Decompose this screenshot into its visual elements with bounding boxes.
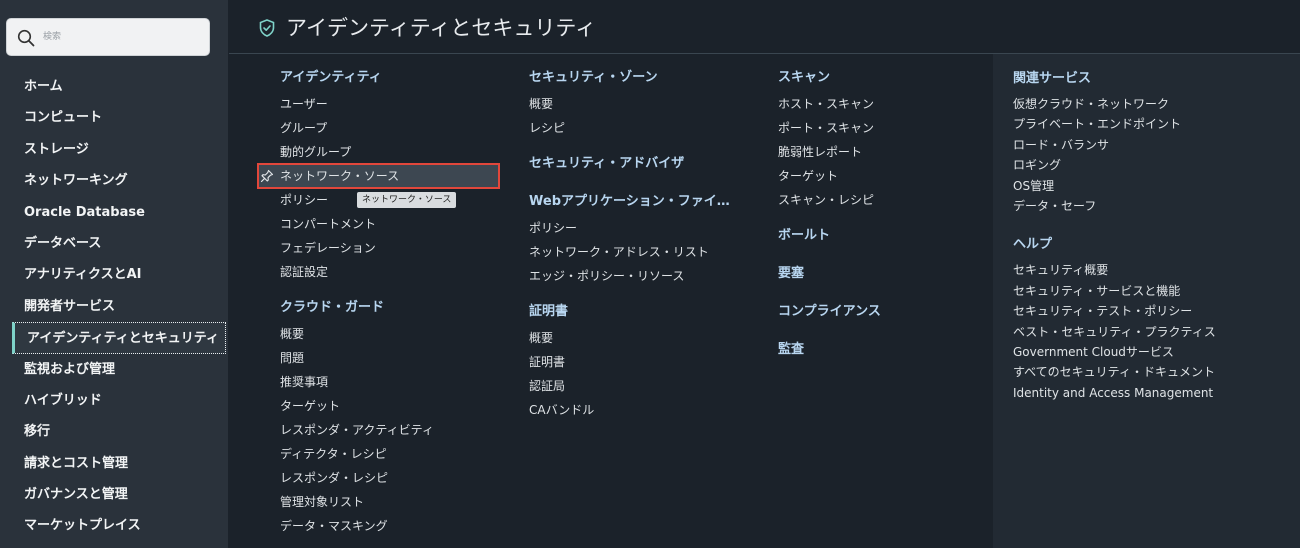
link-recommendations[interactable]: 推奨事項	[280, 370, 510, 394]
link-all-security-docs[interactable]: すべてのセキュリティ・ドキュメント	[1013, 362, 1300, 382]
link-responder-recipes[interactable]: レスポンダ・レシピ	[280, 466, 510, 490]
section-heading-waf[interactable]: Webアプリケーション・ファイ…	[529, 188, 759, 216]
link-vulnerability-reports[interactable]: 脆弱性レポート	[778, 140, 988, 164]
link-private-endpoints[interactable]: プライベート・エンドポイント	[1013, 114, 1300, 134]
section-heading-certificates: 証明書	[529, 304, 569, 319]
link-data-safe[interactable]: データ・セーフ	[1013, 196, 1300, 216]
main-panel: アイデンティティとセキュリティ アイデンティティ ユーザー グループ 動的グルー…	[229, 0, 1300, 548]
sidebar-item-developer-services[interactable]: 開発者サービス	[0, 291, 228, 322]
sidebar-item-billing[interactable]: 請求とコスト管理	[0, 448, 228, 479]
column-scanning: スキャン ホスト・スキャン ポート・スキャン 脆弱性レポート ターゲット スキャ…	[778, 64, 988, 364]
link-government-cloud[interactable]: Government Cloudサービス	[1013, 342, 1300, 362]
sidebar-item-governance[interactable]: ガバナンスと管理	[0, 479, 228, 510]
sidebar-item-hybrid[interactable]: ハイブリッド	[0, 385, 228, 416]
link-groups[interactable]: グループ	[280, 116, 510, 140]
link-auth-settings[interactable]: 認証設定	[280, 260, 510, 284]
link-data-masking[interactable]: データ・マスキング	[280, 514, 510, 538]
link-ca-bundles[interactable]: CAバンドル	[529, 398, 759, 422]
column-identity: アイデンティティ ユーザー グループ 動的グループ ネットワーク・ソース ポリシ…	[257, 64, 510, 538]
sidebar-item-observability[interactable]: 監視および管理	[0, 354, 228, 385]
sidebar-item-migration[interactable]: 移行	[0, 416, 228, 447]
section-heading-security-advisor[interactable]: セキュリティ・アドバイザ	[529, 150, 759, 178]
sidebar-item-oracle-database[interactable]: Oracle Database	[0, 197, 228, 228]
link-policies-label: ポリシー	[280, 193, 329, 207]
link-certificates-overview[interactable]: 概要	[529, 326, 759, 350]
link-problems[interactable]: 問題	[280, 346, 510, 370]
link-security-testing-policy[interactable]: セキュリティ・テスト・ポリシー	[1013, 301, 1300, 321]
link-compartments[interactable]: コンパートメント	[280, 212, 510, 236]
sidebar-item-analytics-ai[interactable]: アナリティクスとAI	[0, 259, 228, 290]
link-os-management[interactable]: OS管理	[1013, 176, 1300, 196]
link-responder-activity[interactable]: レスポンダ・アクティビティ	[280, 418, 510, 442]
column-security: セキュリティ・ゾーン 概要 レシピ セキュリティ・アドバイザ Webアプリケーシ…	[529, 64, 759, 422]
link-host-scans[interactable]: ホスト・スキャン	[778, 92, 988, 116]
link-security-overview[interactable]: セキュリティ概要	[1013, 260, 1300, 280]
sidebar-item-storage[interactable]: ストレージ	[0, 134, 228, 165]
link-targets[interactable]: ターゲット	[280, 394, 510, 418]
link-users[interactable]: ユーザー	[280, 92, 510, 116]
link-managed-lists[interactable]: 管理対象リスト	[280, 490, 510, 514]
link-load-balancers[interactable]: ロード・バランサ	[1013, 135, 1300, 155]
section-heading-bastion[interactable]: 要塞	[778, 260, 988, 288]
section-heading-scanning: スキャン	[778, 70, 831, 85]
link-waf-policies[interactable]: ポリシー	[529, 216, 759, 240]
search-input[interactable]	[43, 27, 203, 47]
link-cloud-guard-overview[interactable]: 概要	[280, 322, 510, 346]
section-heading-help: ヘルプ	[1013, 237, 1053, 253]
shield-check-icon	[259, 19, 275, 37]
link-federation[interactable]: フェデレーション	[280, 236, 510, 260]
link-network-sources[interactable]: ネットワーク・ソース	[257, 163, 510, 189]
sidebar-item-marketplace[interactable]: マーケットプレイス	[0, 510, 228, 541]
sidebar-item-identity-security[interactable]: アイデンティティとセキュリティ	[12, 322, 226, 354]
link-vcn[interactable]: 仮想クラウド・ネットワーク	[1013, 94, 1300, 114]
link-edge-policy-resources[interactable]: エッジ・ポリシー・リソース	[529, 264, 759, 288]
sidebar-item-home[interactable]: ホーム	[0, 71, 228, 102]
page-title: アイデンティティとセキュリティ	[286, 16, 597, 40]
link-certificate-authorities[interactable]: 認証局	[529, 374, 759, 398]
link-logging[interactable]: ロギング	[1013, 155, 1300, 175]
column-related: 関連サービス 仮想クラウド・ネットワーク プライベート・エンドポイント ロード・…	[993, 54, 1300, 548]
link-security-services-features[interactable]: セキュリティ・サービスと機能	[1013, 281, 1300, 301]
section-heading-identity: アイデンティティ	[280, 70, 382, 85]
link-scan-recipes[interactable]: スキャン・レシピ	[778, 188, 988, 212]
page-header: アイデンティティとセキュリティ	[229, 0, 1300, 54]
sidebar-nav: ホーム コンピュート ストレージ ネットワーキング Oracle Databas…	[0, 71, 228, 542]
link-recipes[interactable]: レシピ	[529, 116, 759, 140]
section-heading-related-services: 関連サービス	[1013, 71, 1092, 86]
section-heading-cloud-guard: クラウド・ガード	[280, 300, 385, 315]
link-detector-recipes[interactable]: ディテクタ・レシピ	[280, 442, 510, 466]
sidebar: ホーム コンピュート ストレージ ネットワーキング Oracle Databas…	[0, 0, 228, 548]
section-heading-audit[interactable]: 監査	[778, 336, 988, 364]
tooltip: ネットワーク・ソース	[357, 192, 457, 208]
section-heading-security-zones[interactable]: セキュリティ・ゾーン	[529, 64, 759, 92]
link-best-practices[interactable]: ベスト・セキュリティ・プラクティス	[1013, 322, 1300, 342]
link-scan-targets[interactable]: ターゲット	[778, 164, 988, 188]
link-security-zones-overview[interactable]: 概要	[529, 92, 759, 116]
link-network-address-lists[interactable]: ネットワーク・アドレス・リスト	[529, 240, 759, 264]
sidebar-item-compute[interactable]: コンピュート	[0, 102, 228, 133]
search-box[interactable]	[6, 18, 210, 56]
link-port-scans[interactable]: ポート・スキャン	[778, 116, 988, 140]
section-heading-vault[interactable]: ボールト	[778, 222, 988, 250]
section-heading-compliance[interactable]: コンプライアンス	[778, 298, 988, 326]
link-certificates[interactable]: 証明書	[529, 350, 759, 374]
pin-icon[interactable]	[260, 169, 274, 183]
search-icon	[17, 29, 35, 47]
sidebar-item-databases[interactable]: データベース	[0, 228, 228, 259]
link-dynamic-groups[interactable]: 動的グループ	[280, 140, 510, 164]
link-iam[interactable]: Identity and Access Management	[1013, 383, 1300, 403]
link-network-sources-label: ネットワーク・ソース	[280, 169, 400, 183]
sidebar-item-networking[interactable]: ネットワーキング	[0, 165, 228, 196]
